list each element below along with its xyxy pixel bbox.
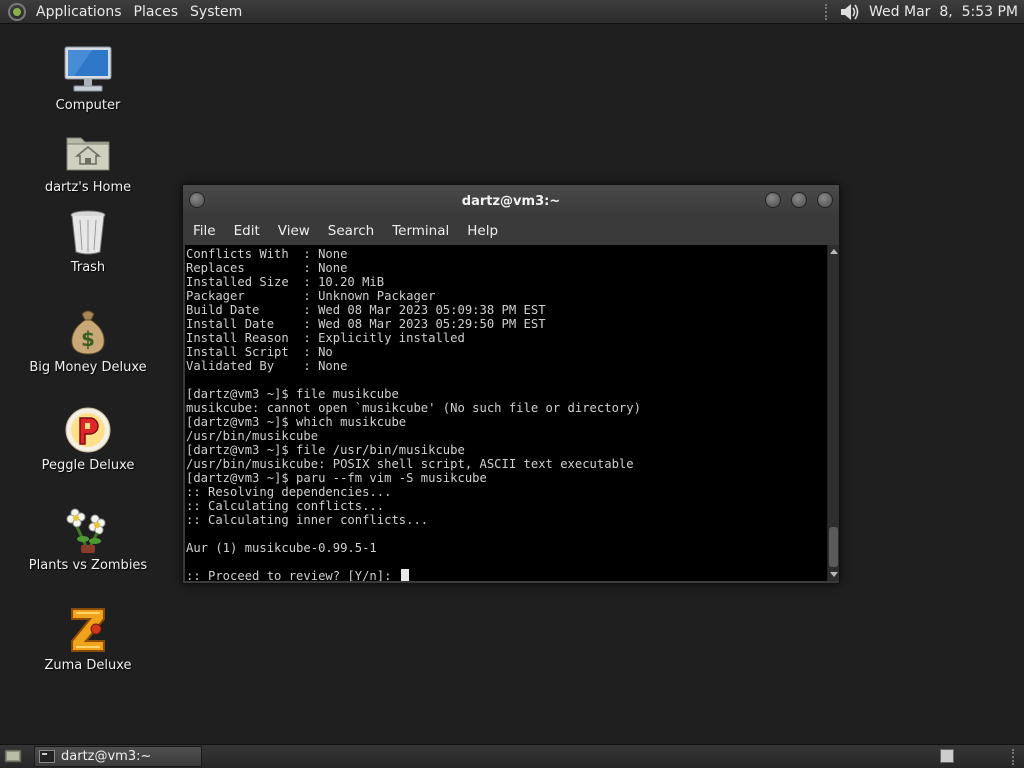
- panel-handle[interactable]: [1012, 749, 1018, 765]
- terminal-line: Packager : Unknown Packager: [186, 289, 436, 303]
- mate-logo-icon[interactable]: [8, 2, 26, 21]
- terminal-line: /usr/bin/musikcube: POSIX shell script, …: [186, 457, 634, 471]
- system-menu[interactable]: System: [184, 4, 248, 20]
- terminal-line: Validated By : None: [186, 359, 348, 373]
- window-titlebar[interactable]: dartz@vm3:~: [183, 185, 839, 217]
- terminal-icon: [39, 750, 55, 763]
- terminal-line: Build Date : Wed 08 Mar 2023 05:09:38 PM…: [186, 303, 546, 317]
- desktop-icon-zuma[interactable]: Zuma Deluxe: [28, 604, 148, 673]
- maximize-button[interactable]: [791, 192, 807, 208]
- terminal-text: Conflicts With : None Replaces : None Inst…: [185, 245, 827, 581]
- terminal-line: Aur (1) musikcube-0.99.5-1: [186, 541, 377, 555]
- money-bag-icon: $: [62, 306, 114, 358]
- terminal-line: Conflicts With : None: [186, 247, 348, 261]
- close-button[interactable]: [817, 192, 833, 208]
- terminal-menubar: File Edit View Search Terminal Help: [183, 217, 839, 245]
- top-panel: Applications Places System Wed Mar 8, 5:…: [0, 0, 1024, 24]
- zuma-icon: [62, 604, 114, 656]
- volume-icon[interactable]: [839, 2, 861, 22]
- computer-icon: [62, 44, 114, 96]
- desktop-icon-peggle[interactable]: Peggle Deluxe: [28, 404, 148, 473]
- desktop-icon-trash[interactable]: Trash: [28, 206, 148, 275]
- home-folder-icon: [62, 126, 114, 178]
- panel-handle[interactable]: [825, 3, 831, 20]
- peggle-icon: [62, 404, 114, 456]
- terminal-line: Installed Size : 10.20 MiB: [186, 275, 385, 289]
- scroll-up-icon[interactable]: [830, 249, 838, 254]
- terminal-window: dartz@vm3:~ File Edit View Search Termin…: [182, 184, 840, 584]
- minimize-button[interactable]: [765, 192, 781, 208]
- terminal-cursor: [400, 569, 409, 581]
- terminal-output[interactable]: Conflicts With : None Replaces : None Inst…: [185, 245, 827, 581]
- places-menu[interactable]: Places: [128, 4, 185, 20]
- terminal-line: Install Reason : Explicitly installed: [186, 331, 465, 345]
- desktop-icon-label: Trash: [70, 260, 106, 275]
- desktop-icon-label: Big Money Deluxe: [29, 360, 147, 375]
- terminal-line: Install Script : No: [186, 345, 333, 359]
- menu-search[interactable]: Search: [322, 223, 382, 239]
- terminal-line: [dartz@vm3 ~]$ file musikcube: [186, 387, 399, 401]
- taskbar-task-label: dartz@vm3:~: [61, 749, 152, 764]
- menu-file[interactable]: File: [187, 223, 224, 239]
- terminal-line: /usr/bin/musikcube: [186, 429, 319, 443]
- flower-icon: [62, 504, 114, 556]
- terminal-line: musikcube: cannot open `musikcube' (No s…: [186, 401, 641, 415]
- terminal-prompt-line: :: Proceed to review? [Y/n]:: [186, 569, 827, 581]
- window-menu-icon[interactable]: [189, 192, 205, 208]
- terminal-line: :: Calculating conflicts...: [186, 499, 385, 513]
- terminal-line: Install Date : Wed 08 Mar 2023 05:29:50 …: [186, 317, 546, 331]
- desktop-icon-label: dartz's Home: [44, 180, 132, 195]
- window-title: dartz@vm3:~: [461, 193, 561, 209]
- trash-icon: [62, 206, 114, 258]
- desktop-icon-big-money[interactable]: $ Big Money Deluxe: [28, 306, 148, 375]
- clock[interactable]: Wed Mar 8, 5:53 PM: [869, 4, 1024, 20]
- terminal-line: [dartz@vm3 ~]$ which musikcube: [186, 415, 407, 429]
- scroll-thumb[interactable]: [829, 527, 838, 567]
- terminal-prompt: :: Proceed to review? [Y/n]:: [186, 569, 399, 581]
- taskbar-terminal-button[interactable]: dartz@vm3:~: [34, 746, 202, 767]
- scroll-down-icon[interactable]: [830, 572, 838, 577]
- desktop-icon-computer[interactable]: Computer: [28, 44, 148, 113]
- workspace-switcher[interactable]: [940, 749, 954, 763]
- desktop-icon-home[interactable]: dartz's Home: [28, 126, 148, 195]
- terminal-line: Replaces : None: [186, 261, 348, 275]
- desktop-icon-plants-vs-zombies[interactable]: Plants vs Zombies: [28, 504, 148, 573]
- terminal-line: :: Resolving dependencies...: [186, 485, 392, 499]
- bottom-panel: dartz@vm3:~: [0, 744, 1024, 768]
- terminal-line: :: Calculating inner conflicts...: [186, 513, 429, 527]
- terminal-scrollbar[interactable]: [827, 245, 839, 581]
- desktop-icon-label: Zuma Deluxe: [44, 658, 132, 673]
- desktop-icon-label: Computer: [55, 98, 121, 113]
- terminal-line: [dartz@vm3 ~]$ paru --fm vim -S musikcub…: [186, 471, 487, 485]
- svg-text:$: $: [81, 327, 95, 351]
- menu-view[interactable]: View: [272, 223, 318, 239]
- show-desktop-icon[interactable]: [4, 748, 22, 764]
- desktop-icon-label: Plants vs Zombies: [28, 558, 148, 573]
- applications-menu[interactable]: Applications: [30, 4, 128, 20]
- menu-help[interactable]: Help: [461, 223, 506, 239]
- menu-edit[interactable]: Edit: [228, 223, 268, 239]
- terminal-line: [dartz@vm3 ~]$ file /usr/bin/musikcube: [186, 443, 465, 457]
- desktop-icon-label: Peggle Deluxe: [41, 458, 135, 473]
- menu-terminal[interactable]: Terminal: [386, 223, 457, 239]
